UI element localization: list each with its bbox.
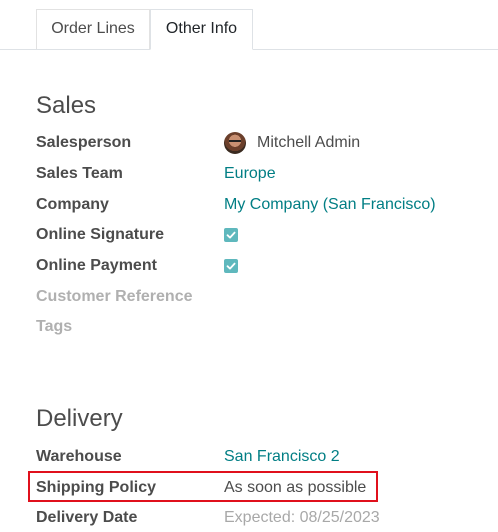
salesperson-value[interactable]: Mitchell Admin (257, 130, 360, 156)
online-signature-label: Online Signature (36, 226, 165, 243)
company-link[interactable]: My Company (San Francisco) (224, 192, 436, 218)
warehouse-label: Warehouse (36, 448, 122, 465)
online-payment-checkbox[interactable] (224, 259, 238, 273)
tab-other-info[interactable]: Other Info (150, 9, 253, 50)
online-payment-row: Online Payment (36, 253, 476, 279)
sales-section-title: Sales (36, 92, 97, 119)
delivery-section-title: Delivery (36, 405, 123, 432)
delivery-date-row: Delivery Date Expected: 08/25/2023 (36, 505, 476, 531)
delivery-date-label: Delivery Date (36, 509, 138, 526)
tab-order-lines[interactable]: Order Lines (36, 9, 150, 49)
customer-reference-row: Customer Reference (36, 284, 476, 310)
tags-label: Tags (36, 318, 73, 335)
company-row: Company My Company (San Francisco) (36, 192, 476, 218)
company-label: Company (36, 196, 109, 213)
salesperson-row: Salesperson Mitchell Admin (36, 130, 476, 156)
form-page: Order Lines Other Info Sales Salesperson… (0, 0, 498, 532)
tags-row: Tags (36, 314, 476, 340)
sales-team-row: Sales Team Europe (36, 161, 476, 187)
check-icon (226, 231, 236, 239)
online-signature-row: Online Signature (36, 222, 476, 248)
customer-reference-label: Customer Reference (36, 288, 193, 305)
user-avatar (224, 132, 246, 154)
salesperson-label: Salesperson (36, 134, 132, 151)
check-icon (226, 262, 236, 270)
sales-team-label: Sales Team (36, 165, 123, 182)
shipping-policy-highlight (28, 471, 378, 502)
delivery-date-value[interactable]: Expected: 08/25/2023 (224, 505, 380, 531)
notebook-tabs: Order Lines Other Info (0, 9, 498, 50)
online-payment-label: Online Payment (36, 257, 157, 274)
online-signature-checkbox[interactable] (224, 228, 238, 242)
warehouse-row: Warehouse San Francisco 2 (36, 444, 476, 470)
warehouse-link[interactable]: San Francisco 2 (224, 444, 340, 470)
sales-team-link[interactable]: Europe (224, 161, 276, 187)
